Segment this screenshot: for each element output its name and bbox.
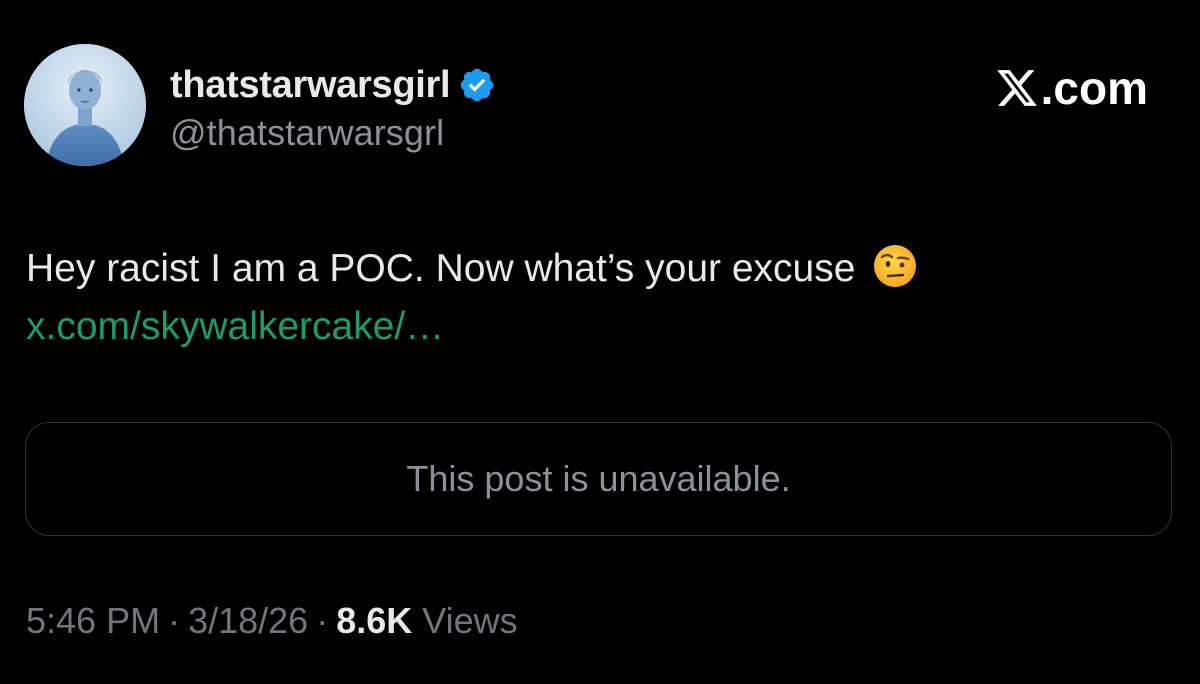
views-count[interactable]: 8.6K [336, 600, 412, 642]
avatar-image [24, 44, 146, 166]
post-text-line: Hey racist I am a POC. Now what’s your e… [26, 240, 1166, 298]
avatar[interactable] [24, 44, 146, 166]
post-link-line: x.com/skywalkercake/… [26, 298, 1166, 356]
display-name[interactable]: thatstarwarsgirl [170, 64, 451, 107]
meta-separator: · [168, 600, 181, 641]
site-brand: .com [995, 58, 1148, 118]
views-label: Views [422, 600, 518, 641]
quoted-post-card[interactable]: This post is unavailable. [25, 422, 1172, 536]
unavailable-message: This post is unavailable. [406, 458, 791, 499]
verified-badge-icon[interactable] [458, 66, 496, 104]
brand-domain-label: .com [1040, 62, 1148, 114]
author-name-row: thatstarwarsgirl [170, 60, 496, 110]
post-link[interactable]: x.com/skywalkercake/… [26, 305, 444, 348]
post-date[interactable]: 3/18/26 [188, 600, 308, 642]
user-handle[interactable]: @thatstarwarsgrl [170, 112, 444, 154]
post-card: thatstarwarsgirl @thatstarwarsgrl .com H… [0, 0, 1200, 684]
face-with-raised-eyebrow-icon [872, 243, 918, 289]
post-body: Hey racist I am a POC. Now what’s your e… [26, 240, 1166, 356]
post-metadata: 5:46 PM · 3/18/26 · 8.6K Views [26, 600, 518, 642]
post-text: Hey racist I am a POC. Now what’s your e… [26, 247, 856, 290]
x-logo-icon [995, 66, 1039, 110]
meta-separator: · [316, 600, 329, 641]
post-time[interactable]: 5:46 PM [26, 600, 160, 642]
